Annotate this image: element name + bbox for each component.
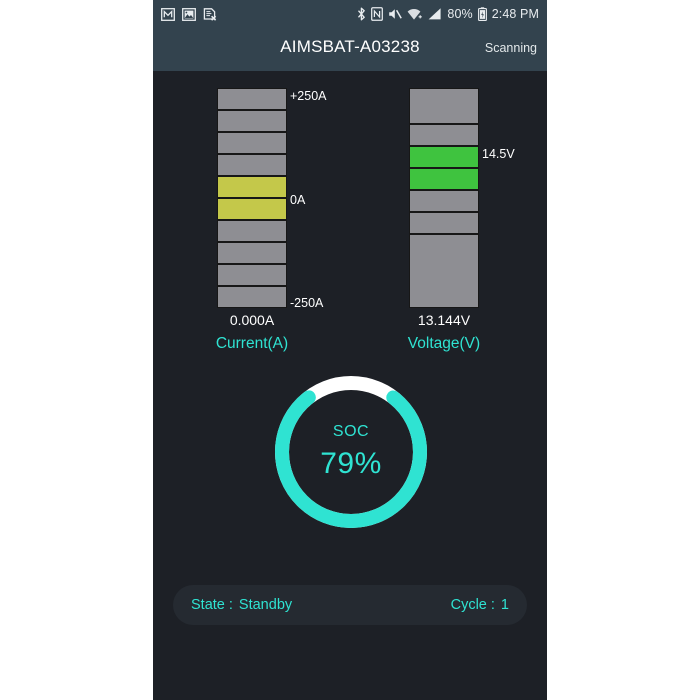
battery-percent-label: 80% bbox=[447, 7, 473, 21]
current-segment-8 bbox=[217, 132, 287, 154]
state-field: State : Standby bbox=[191, 597, 292, 613]
soc-value: 79% bbox=[320, 447, 382, 480]
state-summary-panel[interactable]: State : Standby Cycle : 1 bbox=[173, 585, 527, 625]
voltage-segment-4 bbox=[409, 146, 479, 168]
voltage-tick-marker: 14.5V bbox=[482, 147, 515, 161]
clock-label: 2:48 PM bbox=[491, 7, 539, 21]
voltage-segment-6 bbox=[409, 88, 479, 124]
voltage-value-label: 13.144V bbox=[417, 312, 471, 328]
cycle-key-label: Cycle : bbox=[450, 597, 495, 613]
current-tick-max: +250A bbox=[290, 89, 327, 103]
voltage-axis-label: Voltage(V) bbox=[407, 335, 481, 352]
app-screen: 80% 2:48 PM AIMSBAT-A03238 Scanning +250… bbox=[153, 0, 547, 700]
current-tick-mid: 0A bbox=[290, 193, 306, 207]
voltage-gauge[interactable]: 14.5V 13.144V Voltage(V) bbox=[408, 88, 515, 352]
gauges-container: +250A 0A -250A 0.000A Current(A) 14.5V 1… bbox=[153, 71, 547, 352]
voltage-gauge-bar: 14.5V bbox=[409, 88, 515, 308]
soc-label: SOC bbox=[332, 423, 370, 440]
bluetooth-icon bbox=[357, 7, 366, 21]
voltage-segment-5 bbox=[409, 124, 479, 146]
current-segment-1 bbox=[217, 286, 287, 308]
current-segment-4 bbox=[217, 220, 287, 242]
current-segment-5 bbox=[217, 198, 287, 220]
android-status-bar: 80% 2:48 PM bbox=[153, 0, 547, 28]
volume-muted-icon bbox=[388, 7, 403, 21]
voltage-segment-2 bbox=[409, 190, 479, 212]
state-key-label: State : bbox=[191, 597, 233, 613]
voltage-segment-1 bbox=[409, 212, 479, 234]
current-axis-label: Current(A) bbox=[215, 335, 289, 352]
status-bar-notification-icons bbox=[161, 7, 217, 21]
soc-gauge[interactable]: SOC 79% bbox=[269, 370, 433, 534]
screenshot-canvas: 80% 2:48 PM AIMSBAT-A03238 Scanning +250… bbox=[0, 0, 700, 700]
current-gauge[interactable]: +250A 0A -250A 0.000A Current(A) bbox=[216, 88, 327, 352]
current-gauge-bar: +250A 0A -250A bbox=[217, 88, 327, 309]
current-segment-7 bbox=[217, 154, 287, 176]
voltage-segment-3 bbox=[409, 168, 479, 190]
cellular-signal-icon bbox=[428, 7, 442, 21]
current-segment-9 bbox=[217, 110, 287, 132]
battery-icon bbox=[477, 7, 487, 21]
scanning-status-label[interactable]: Scanning bbox=[485, 41, 537, 55]
soc-center-readout: SOC 79% bbox=[269, 370, 433, 534]
wifi-icon bbox=[407, 7, 423, 21]
cycle-value-label: 1 bbox=[500, 597, 509, 613]
app-title-bar: AIMSBAT-A03238 Scanning bbox=[153, 28, 547, 71]
current-segment-2 bbox=[217, 264, 287, 286]
gmail-icon bbox=[161, 7, 175, 21]
status-bar-system-icons: 80% 2:48 PM bbox=[357, 7, 539, 21]
voltage-segment-base bbox=[409, 234, 479, 308]
nfc-icon bbox=[371, 7, 384, 21]
current-value-label: 0.000A bbox=[229, 312, 275, 328]
current-tick-min: -250A bbox=[290, 296, 324, 310]
current-segment-10 bbox=[217, 88, 287, 110]
current-segment-6 bbox=[217, 176, 287, 198]
state-value-label: Standby bbox=[238, 597, 293, 613]
gallery-image-icon bbox=[182, 7, 196, 21]
document-removed-icon bbox=[203, 7, 217, 21]
cycle-field: Cycle : 1 bbox=[451, 597, 509, 613]
current-segment-3 bbox=[217, 242, 287, 264]
